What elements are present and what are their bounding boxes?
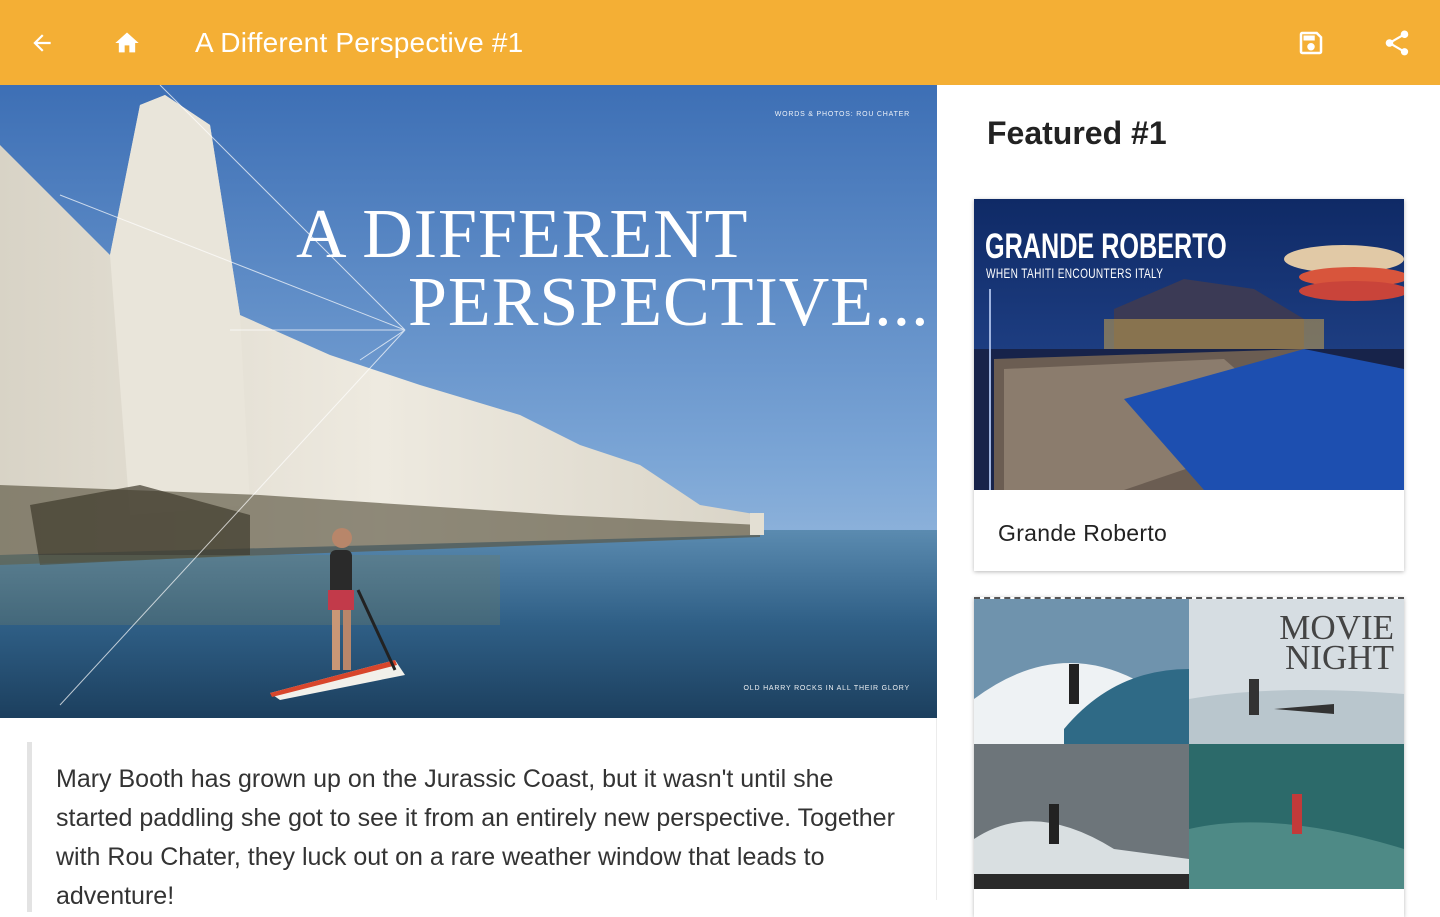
- article-intro-text: Mary Booth has grown up on the Jurassic …: [56, 765, 895, 910]
- card-image-title-line2: NIGHT: [1285, 638, 1394, 677]
- featured-title: Featured #1: [987, 115, 1167, 151]
- featured-card-movie-night[interactable]: MOVIE NIGHT: [974, 597, 1404, 917]
- card-image-subtitle: WHEN TAHITI ENCOUNTERS ITALY: [986, 265, 1164, 281]
- back-button[interactable]: [12, 0, 72, 85]
- home-button[interactable]: [97, 0, 157, 85]
- photo-credit: WORDS & PHOTOS: ROU CHATER: [774, 111, 910, 118]
- featured-sidebar: Featured #1 GRANDE ROBERTO WHEN TAHITI E…: [937, 85, 1440, 917]
- hero-headline-line1: A DIFFERENT: [296, 196, 749, 273]
- card-thumbnail: GRANDE ROBERTO WHEN TAHITI ENCOUNTERS IT…: [974, 199, 1404, 490]
- article-hero-image[interactable]: WORDS & PHOTOS: ROU CHATER A DIFFERENT P…: [0, 85, 937, 718]
- save-icon: [1299, 31, 1323, 54]
- card-image-title: GRANDE ROBERTO: [985, 227, 1227, 266]
- arrow-left-icon: [33, 33, 51, 52]
- article-intro-quote: Mary Booth has grown up on the Jurassic …: [27, 742, 907, 912]
- card-label: Grande Roberto: [998, 520, 1168, 546]
- featured-card-grande-roberto[interactable]: GRANDE ROBERTO WHEN TAHITI ENCOUNTERS IT…: [974, 199, 1404, 571]
- hero-headline: A DIFFERENT PERSPECTIVE...: [296, 196, 930, 341]
- hero-headline-line2: PERSPECTIVE...: [408, 264, 930, 341]
- card-image-title: MOVIE NIGHT: [1279, 610, 1394, 677]
- save-button[interactable]: [1281, 0, 1341, 85]
- app-toolbar: A Different Perspective #1: [0, 0, 1440, 85]
- page-title: A Different Perspective #1: [195, 27, 524, 58]
- share-icon: [1385, 29, 1409, 55]
- share-button[interactable]: [1367, 0, 1427, 85]
- hero-photo: [0, 85, 937, 718]
- card-thumbnail: MOVIE NIGHT: [974, 599, 1404, 917]
- article-body: Mary Booth has grown up on the Jurassic …: [0, 718, 937, 912]
- home-icon: [115, 32, 139, 52]
- photo-caption: OLD HARRY ROCKS IN ALL THEIR GLORY: [743, 685, 910, 692]
